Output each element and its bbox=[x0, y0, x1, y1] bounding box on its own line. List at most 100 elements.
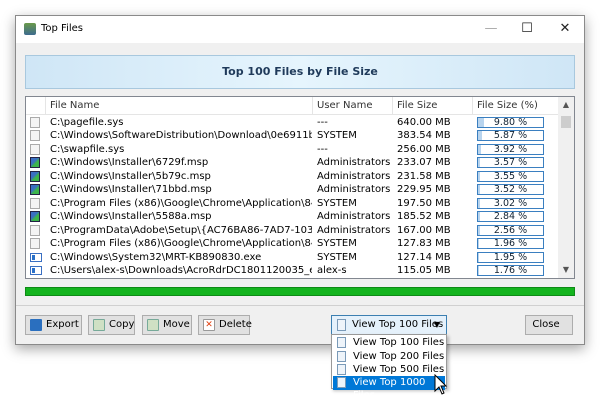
move-label: Move bbox=[163, 319, 190, 330]
menu-item-top-200[interactable]: View Top 200 Files bbox=[333, 350, 445, 364]
percent-bar-fill bbox=[478, 212, 480, 222]
user-name-cell: SYSTEM bbox=[317, 197, 357, 209]
column-header-file-size[interactable]: File Size bbox=[393, 97, 473, 115]
save-icon bbox=[30, 319, 42, 331]
blank-file-icon bbox=[30, 197, 40, 209]
percent-bar-fill bbox=[478, 118, 485, 127]
user-name-cell: SYSTEM bbox=[317, 130, 357, 142]
user-name-cell: Administrators bbox=[317, 184, 391, 196]
table-row[interactable]: C:\ProgramData\Adobe\Setup\{AC76BA86-7AD… bbox=[26, 224, 559, 237]
executable-file-icon bbox=[30, 265, 42, 275]
menu-item-label: View Top 100 Files bbox=[353, 337, 445, 348]
table-row[interactable]: C:\pagefile.sys --- 640.00 MB 9.80 % bbox=[26, 116, 559, 129]
file-size-cell: 233.07 MB bbox=[397, 157, 451, 169]
table-row[interactable]: C:\Windows\Installer\5588a.msp Administr… bbox=[26, 210, 559, 223]
file-size-cell: 640.00 MB bbox=[397, 117, 451, 128]
table-row[interactable]: C:\Program Files (x86)\Google\Chrome\App… bbox=[26, 237, 559, 250]
user-name-cell: Administrators bbox=[317, 211, 391, 223]
file-size-cell: 383.54 MB bbox=[397, 130, 451, 142]
column-header-file-name[interactable]: File Name bbox=[46, 97, 313, 115]
table-row[interactable]: C:\swapfile.sys --- 256.00 MB 3.92 % bbox=[26, 143, 559, 156]
view-top-files-dropdown[interactable]: View Top 100 Files ▼ bbox=[331, 315, 447, 335]
file-name-cell: C:\Windows\Installer\5588a.msp bbox=[50, 211, 212, 223]
vertical-scrollbar[interactable]: ▲ ▼ bbox=[558, 97, 574, 278]
scroll-up-icon[interactable]: ▲ bbox=[558, 97, 574, 113]
percent-bar: 1.96 % bbox=[477, 238, 544, 250]
percent-label: 3.02 % bbox=[493, 197, 528, 209]
installer-file-icon bbox=[30, 184, 40, 196]
document-icon bbox=[337, 350, 346, 362]
percent-label: 3.52 % bbox=[493, 184, 528, 196]
scroll-thumb[interactable] bbox=[561, 116, 571, 128]
table-row[interactable]: C:\Windows\Installer\71bbd.msp Administr… bbox=[26, 183, 559, 196]
file-name-cell: C:\swapfile.sys bbox=[50, 143, 125, 155]
table-row[interactable]: C:\Windows\SoftwareDistribution\Download… bbox=[26, 129, 559, 142]
file-size-cell: 185.52 MB bbox=[397, 211, 451, 223]
delete-label: Delete bbox=[219, 319, 252, 330]
percent-bar-fill bbox=[478, 239, 480, 249]
scan-progress-bar bbox=[25, 287, 575, 296]
user-name-cell: Administrators bbox=[317, 170, 391, 182]
files-list[interactable]: File Name User Name File Size File Size … bbox=[25, 96, 575, 279]
installer-file-icon bbox=[30, 170, 40, 182]
copy-button[interactable]: Copy bbox=[88, 315, 135, 335]
scroll-down-icon[interactable]: ▼ bbox=[558, 262, 574, 278]
file-size-cell: 229.95 MB bbox=[397, 184, 451, 196]
file-name-cell: C:\pagefile.sys bbox=[50, 117, 124, 128]
file-size-percent-cell: 1.95 % bbox=[473, 251, 559, 264]
file-size-percent-cell: 1.96 % bbox=[473, 237, 559, 250]
percent-label: 3.57 % bbox=[493, 157, 528, 169]
view-top-files-menu: View Top 100 Files View Top 200 Files Vi… bbox=[331, 334, 447, 401]
file-name-cell: C:\Program Files (x86)\Google\Chrome\App… bbox=[50, 238, 312, 250]
file-size-cell: 256.00 MB bbox=[397, 143, 451, 155]
file-size-percent-cell: 2.56 % bbox=[473, 224, 559, 237]
percent-label: 2.84 % bbox=[493, 211, 528, 223]
user-name-cell: SYSTEM bbox=[317, 238, 357, 250]
system-file-icon bbox=[30, 238, 40, 250]
percent-bar-fill bbox=[478, 265, 480, 275]
file-name-cell: C:\Windows\Installer\71bbd.msp bbox=[50, 184, 212, 196]
system-file-icon bbox=[30, 143, 40, 155]
table-row[interactable]: C:\Windows\System32\MRT-KB890830.exe SYS… bbox=[26, 251, 559, 264]
close-button[interactable]: Close bbox=[525, 315, 573, 335]
file-size-percent-cell: 2.84 % bbox=[473, 210, 559, 223]
dropdown-selected-value: View Top 100 Files bbox=[352, 319, 444, 330]
percent-bar: 3.55 % bbox=[477, 170, 544, 182]
menu-item-top-1000[interactable]: View Top 1000 Files bbox=[333, 376, 445, 401]
file-size-percent-cell: 9.80 % bbox=[473, 116, 559, 129]
maximize-button[interactable]: ☐ bbox=[512, 19, 542, 39]
percent-bar-fill bbox=[478, 171, 481, 181]
user-name-cell: Administrators bbox=[317, 224, 391, 236]
percent-bar: 2.56 % bbox=[477, 224, 544, 236]
column-header-user-name[interactable]: User Name bbox=[313, 97, 393, 115]
file-size-percent-cell: 3.52 % bbox=[473, 183, 559, 196]
move-button[interactable]: Move bbox=[142, 315, 192, 335]
percent-bar-fill bbox=[478, 131, 482, 141]
table-row[interactable]: C:\Users\alex-s\Downloads\AcroRdrDC18011… bbox=[26, 264, 559, 277]
export-button[interactable]: Export bbox=[25, 315, 82, 335]
system-file-icon bbox=[30, 117, 40, 128]
minimize-button[interactable]: — bbox=[476, 19, 506, 39]
percent-label: 2.56 % bbox=[493, 224, 528, 236]
table-row[interactable]: C:\Windows\Installer\6729f.msp Administr… bbox=[26, 156, 559, 169]
document-icon bbox=[337, 364, 346, 375]
table-row[interactable]: C:\Windows\Installer\5b79c.msp Administr… bbox=[26, 170, 559, 183]
user-name-cell: --- bbox=[317, 143, 328, 155]
delete-button[interactable]: ✕ Delete bbox=[198, 315, 252, 335]
close-window-button[interactable]: ✕ bbox=[550, 19, 580, 39]
copy-label: Copy bbox=[109, 319, 135, 330]
menu-item-top-100[interactable]: View Top 100 Files bbox=[333, 336, 445, 350]
file-size-percent-cell: 3.57 % bbox=[473, 156, 559, 169]
percent-bar: 9.80 % bbox=[477, 117, 544, 128]
file-name-cell: C:\Windows\Installer\5b79c.msp bbox=[50, 170, 211, 182]
percent-bar-fill bbox=[478, 252, 480, 262]
percent-bar: 3.52 % bbox=[477, 184, 544, 196]
table-row[interactable]: C:\Program Files (x86)\Google\Chrome\App… bbox=[26, 197, 559, 210]
menu-item-label: View Top 500 Files bbox=[353, 364, 445, 375]
column-header-file-size-percent[interactable]: File Size (%) bbox=[473, 97, 559, 115]
menu-item-label: View Top 1000 Files bbox=[353, 377, 426, 401]
chevron-down-icon: ▼ bbox=[433, 320, 440, 329]
title-bar[interactable]: Top Files — ☐ ✕ bbox=[16, 16, 584, 43]
menu-item-top-500[interactable]: View Top 500 Files bbox=[333, 363, 445, 377]
column-header-icon[interactable] bbox=[26, 97, 46, 115]
